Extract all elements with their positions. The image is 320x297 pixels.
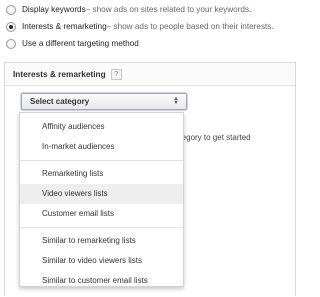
menu-divider [20,227,183,228]
menu-item-customer-email-lists[interactable]: Customer email lists [20,204,183,224]
section-header: Interests & remarketing ? [5,63,295,86]
targeting-option-display-keywords[interactable]: Display keywords – show ads on sites rel… [6,4,251,16]
section-title: Interests & remarketing [13,69,106,79]
option-label: Display keywords [22,5,86,14]
menu-item-remarketing-lists[interactable]: Remarketing lists [20,164,183,184]
get-started-hint: ategory to get started [175,133,251,142]
menu-item-similar-customer-email-lists[interactable]: Similar to customer email lists [20,271,183,291]
option-description: – show ads to people based on their inte… [106,22,274,31]
select-arrows-icon: ▲ ▼ [173,96,179,106]
option-description: – show ads on sites related to your keyw… [85,5,252,14]
radio-button[interactable] [6,39,16,49]
targeting-option-interests-remarketing[interactable]: Interests & remarketing – show ads to pe… [6,21,274,33]
menu-item-similar-remarketing-lists[interactable]: Similar to remarketing lists [20,231,183,251]
category-select[interactable]: Select category ▲ ▼ [21,93,187,110]
menu-divider [20,160,183,161]
radio-button[interactable] [6,5,16,15]
menu-item-video-viewers-lists[interactable]: Video viewers lists [20,184,183,204]
targeting-option-different-method[interactable]: Use a different targeting method [6,38,139,50]
option-label: Use a different targeting method [22,39,139,48]
help-icon[interactable]: ? [110,68,122,80]
radio-button-selected[interactable] [6,22,16,32]
category-dropdown-menu: Affinity audiences In-market audiences R… [19,112,184,287]
category-select-value: Select category [30,97,90,106]
menu-item-in-market-audiences[interactable]: In-market audiences [20,137,183,157]
menu-item-affinity-audiences[interactable]: Affinity audiences [20,117,183,137]
menu-item-similar-video-viewers-lists[interactable]: Similar to video viewers lists [20,251,183,271]
targeting-panel: Display keywords – show ads on sites rel… [0,0,300,297]
option-label: Interests & remarketing [22,22,107,31]
